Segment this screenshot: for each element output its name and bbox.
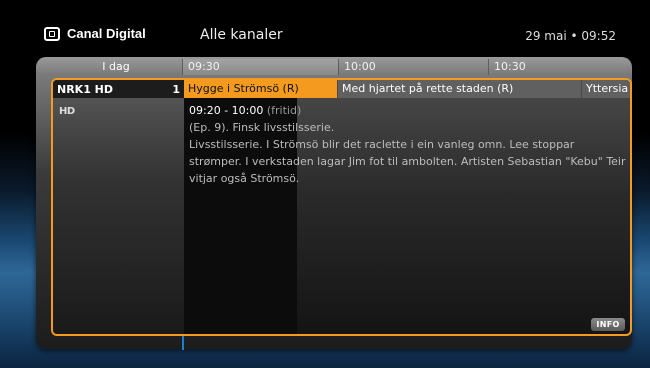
details-description: Livsstilsserie. I Strömsö blir det racle… <box>189 138 626 185</box>
program-cell[interactable]: Yttersia <box>582 80 630 98</box>
clock: 29 mai • 09:52 <box>525 29 616 43</box>
channel-name: NRK1 HD <box>57 82 114 96</box>
brand: Canal Digital <box>44 26 146 41</box>
details-subtitle: (Ep. 9). Finsk livsstilsserie. <box>189 121 335 134</box>
program-cell[interactable]: Med hjartet på rette staden (R) <box>338 80 581 98</box>
details-time-line: 09:20 - 10:00 (fritid) <box>189 102 629 119</box>
timebar-slot-1000: 10:00 <box>338 59 488 75</box>
timebar-slot-1030: 10:30 <box>488 59 628 75</box>
details-category: (fritid) <box>266 104 302 117</box>
hd-badge: HD <box>59 106 75 117</box>
clock-separator: • <box>570 29 578 43</box>
channel-number: 1 <box>172 82 180 96</box>
clock-time: 09:52 <box>581 29 616 43</box>
page-title: Alle kanaler <box>200 27 283 43</box>
tv-icon <box>44 26 60 41</box>
now-cursor-line <box>182 336 184 350</box>
program-cell-selected[interactable]: Hygge i Strömsö (R) <box>184 80 337 98</box>
info-button[interactable]: INFO <box>591 318 625 331</box>
epg-grid: NRK1 HD 1 HD Hygge i Strömsö (R) Med hja… <box>51 78 632 336</box>
details-time: 09:20 - 10:00 <box>189 104 264 117</box>
channel-column: NRK1 HD 1 HD <box>53 80 185 334</box>
brand-name: Canal Digital <box>67 26 146 41</box>
program-details: 09:20 - 10:00 (fritid) (Ep. 9). Finsk li… <box>189 102 629 187</box>
timebar-slot-0930: 09:30 <box>182 59 338 75</box>
timebar-day: I dag <box>102 60 130 73</box>
clock-date: 29 mai <box>525 29 567 43</box>
channel-row[interactable]: NRK1 HD 1 <box>53 80 184 98</box>
